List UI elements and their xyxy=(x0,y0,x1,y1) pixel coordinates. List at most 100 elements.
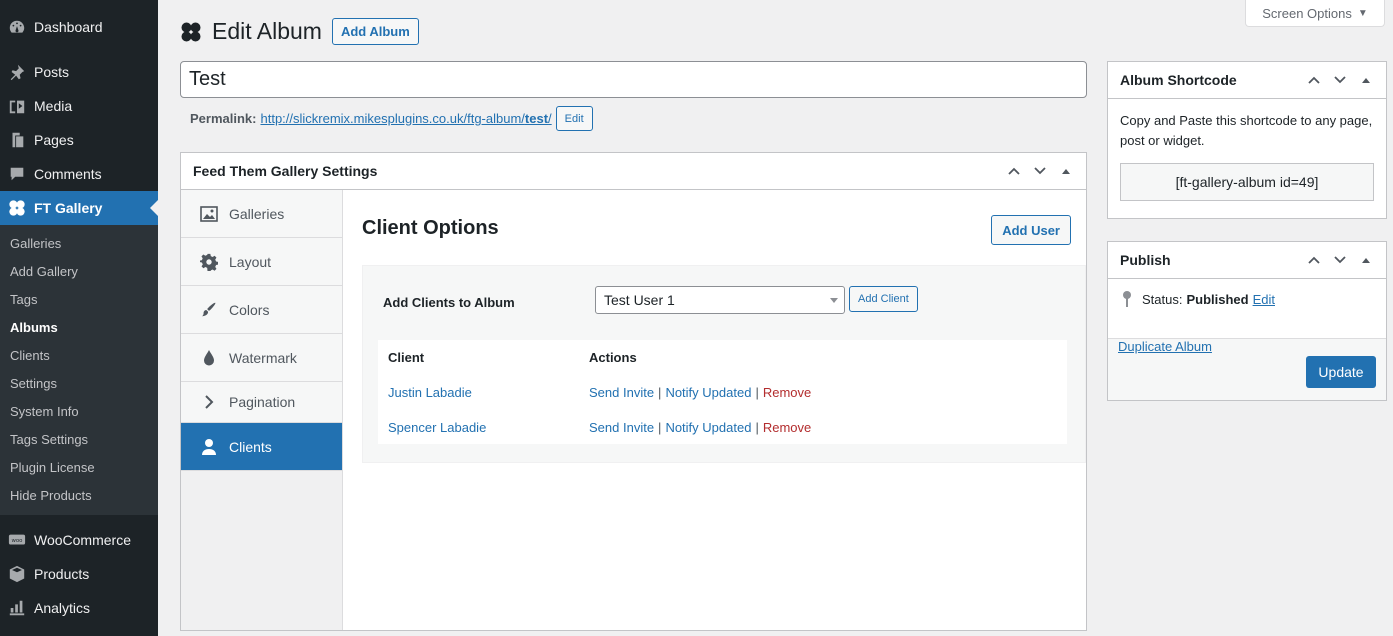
submenu-clients[interactable]: Clients xyxy=(0,341,158,369)
screen-options-label: Screen Options xyxy=(1262,5,1352,21)
admin-menu: Dashboard Posts Media Pages Comments FT … xyxy=(0,0,158,636)
butterfly-icon xyxy=(181,22,201,41)
media-icon xyxy=(7,96,27,116)
permalink-slug: test xyxy=(524,111,549,126)
menu-item-label: Pages xyxy=(34,132,74,148)
status-edit-link[interactable]: Edit xyxy=(1253,292,1275,307)
box-handle-actions xyxy=(1306,252,1374,268)
permalink-edit-button[interactable]: Edit xyxy=(555,106,593,131)
duplicate-album-link[interactable]: Duplicate Album xyxy=(1118,339,1212,354)
submenu-tags-settings[interactable]: Tags Settings xyxy=(0,425,158,453)
submenu-tags[interactable]: Tags xyxy=(0,285,158,313)
menu-item-products[interactable]: Products xyxy=(0,557,158,591)
ftg-tab-content: Client Options Add User Add Clients to A… xyxy=(362,190,1086,630)
add-clients-label: Add Clients to Album xyxy=(383,295,515,310)
screen-options-button[interactable]: Screen Options ▼ xyxy=(1245,0,1385,27)
permalink-link[interactable]: http://slickremix.mikesplugins.co.uk/ftg… xyxy=(260,111,551,126)
tab-watermark[interactable]: Watermark xyxy=(181,334,342,382)
pages-icon xyxy=(7,130,27,150)
table-row: Justin Labadie Send Invite | Notify Update… xyxy=(378,375,1067,410)
box-title: Album Shortcode xyxy=(1120,72,1237,88)
publish-header: Publish xyxy=(1108,242,1386,279)
box-title: Publish xyxy=(1120,252,1171,268)
tab-galleries[interactable]: Galleries xyxy=(181,190,342,238)
client-name-link[interactable]: Spencer Labadie xyxy=(388,420,486,435)
ftg-tab-list: Galleries Layout Colors Watermark Pagina… xyxy=(181,190,343,630)
menu-item-analytics[interactable]: Analytics xyxy=(0,591,158,625)
toggle-panel-icon[interactable] xyxy=(1358,72,1374,88)
toggle-panel-icon[interactable] xyxy=(1358,252,1374,268)
separator: | xyxy=(658,420,662,435)
tab-label: Pagination xyxy=(229,394,296,410)
menu-item-posts[interactable]: Posts xyxy=(0,55,158,89)
submenu-add-gallery[interactable]: Add Gallery xyxy=(0,257,158,285)
publish-status: Status: Published Edit xyxy=(1108,279,1386,319)
publish-actions: Duplicate Album Update xyxy=(1108,338,1386,400)
menu-item-label: Analytics xyxy=(34,600,91,616)
column-header-client: Client xyxy=(388,350,425,365)
tab-colors[interactable]: Colors xyxy=(181,286,342,334)
user-icon xyxy=(199,438,219,456)
box-handle-actions xyxy=(1306,72,1374,88)
tab-pagination[interactable]: Pagination xyxy=(181,382,342,423)
send-invite-link[interactable]: Send Invite xyxy=(589,385,654,400)
remove-link[interactable]: Remove xyxy=(763,420,811,435)
client-name-link[interactable]: Justin Labadie xyxy=(388,385,472,400)
add-client-button[interactable]: Add Client xyxy=(849,286,918,312)
submenu-settings[interactable]: Settings xyxy=(0,369,158,397)
client-select-value: Test User 1 xyxy=(604,292,675,308)
submenu-galleries[interactable]: Galleries xyxy=(0,229,158,257)
section-title: Client Options xyxy=(362,217,499,239)
ftg-settings-box: Feed Them Gallery Settings Galleries Lay… xyxy=(180,152,1087,631)
chevron-down-icon[interactable] xyxy=(1332,72,1348,88)
status-label: Status: xyxy=(1142,291,1183,307)
toggle-panel-icon[interactable] xyxy=(1058,163,1074,179)
butterfly-icon xyxy=(7,198,27,218)
menu-item-label: Media xyxy=(34,98,73,114)
send-invite-link[interactable]: Send Invite xyxy=(589,420,654,435)
pin-icon xyxy=(7,62,27,82)
chevron-up-icon[interactable] xyxy=(1306,72,1322,88)
ftg-body: Galleries Layout Colors Watermark Pagina… xyxy=(181,190,1086,630)
tab-clients[interactable]: Clients xyxy=(181,423,342,471)
tab-layout[interactable]: Layout xyxy=(181,238,342,286)
menu-item-comments[interactable]: Comments xyxy=(0,157,158,191)
menu-item-ft-gallery[interactable]: FT Gallery xyxy=(0,191,158,225)
menu-item-woocommerce[interactable]: woo WooCommerce xyxy=(0,523,158,557)
shortcode-field[interactable]: [ft-gallery-album id=49] xyxy=(1120,163,1374,201)
woocommerce-icon: woo xyxy=(7,530,27,550)
menu-item-dashboard[interactable]: Dashboard xyxy=(0,10,158,44)
chevron-down-icon[interactable] xyxy=(1332,252,1348,268)
tab-label: Galleries xyxy=(229,205,285,222)
chevron-up-icon[interactable] xyxy=(1006,163,1022,179)
ftg-settings-header: Feed Them Gallery Settings xyxy=(181,153,1086,190)
ft-gallery-submenu: Galleries Add Gallery Tags Albums Client… xyxy=(0,225,158,515)
notify-updated-link[interactable]: Notify Updated xyxy=(665,385,751,400)
add-user-button[interactable]: Add User xyxy=(991,215,1071,245)
chevron-up-icon[interactable] xyxy=(1306,252,1322,268)
submenu-hide-products[interactable]: Hide Products xyxy=(0,481,158,509)
client-table: Client Actions Justin Labadie Send Invit… xyxy=(378,340,1067,444)
submenu-system-info[interactable]: System Info xyxy=(0,397,158,425)
menu-item-label: Dashboard xyxy=(34,19,103,35)
notify-updated-link[interactable]: Notify Updated xyxy=(665,420,751,435)
box-handle-actions xyxy=(1006,163,1074,179)
add-album-button[interactable]: Add Album xyxy=(331,18,419,45)
analytics-icon xyxy=(7,598,27,618)
submenu-plugin-license[interactable]: Plugin License xyxy=(0,453,158,481)
dashboard-icon xyxy=(7,17,27,37)
tab-label: Layout xyxy=(229,253,272,270)
remove-link[interactable]: Remove xyxy=(763,385,811,400)
menu-item-pages[interactable]: Pages xyxy=(0,123,158,157)
svg-text:woo: woo xyxy=(12,538,23,544)
chevron-down-icon[interactable] xyxy=(1032,163,1048,179)
menu-item-media[interactable]: Media xyxy=(0,89,158,123)
status-value: Published xyxy=(1186,291,1249,307)
menu-item-label: Products xyxy=(34,566,90,582)
update-button[interactable]: Update xyxy=(1306,356,1376,388)
pin-icon xyxy=(1123,291,1131,307)
title-input[interactable]: Test xyxy=(180,61,1087,98)
submenu-albums[interactable]: Albums xyxy=(0,313,158,341)
client-select[interactable]: Test User 1 xyxy=(595,286,845,314)
menu-item-label: Posts xyxy=(34,64,70,80)
